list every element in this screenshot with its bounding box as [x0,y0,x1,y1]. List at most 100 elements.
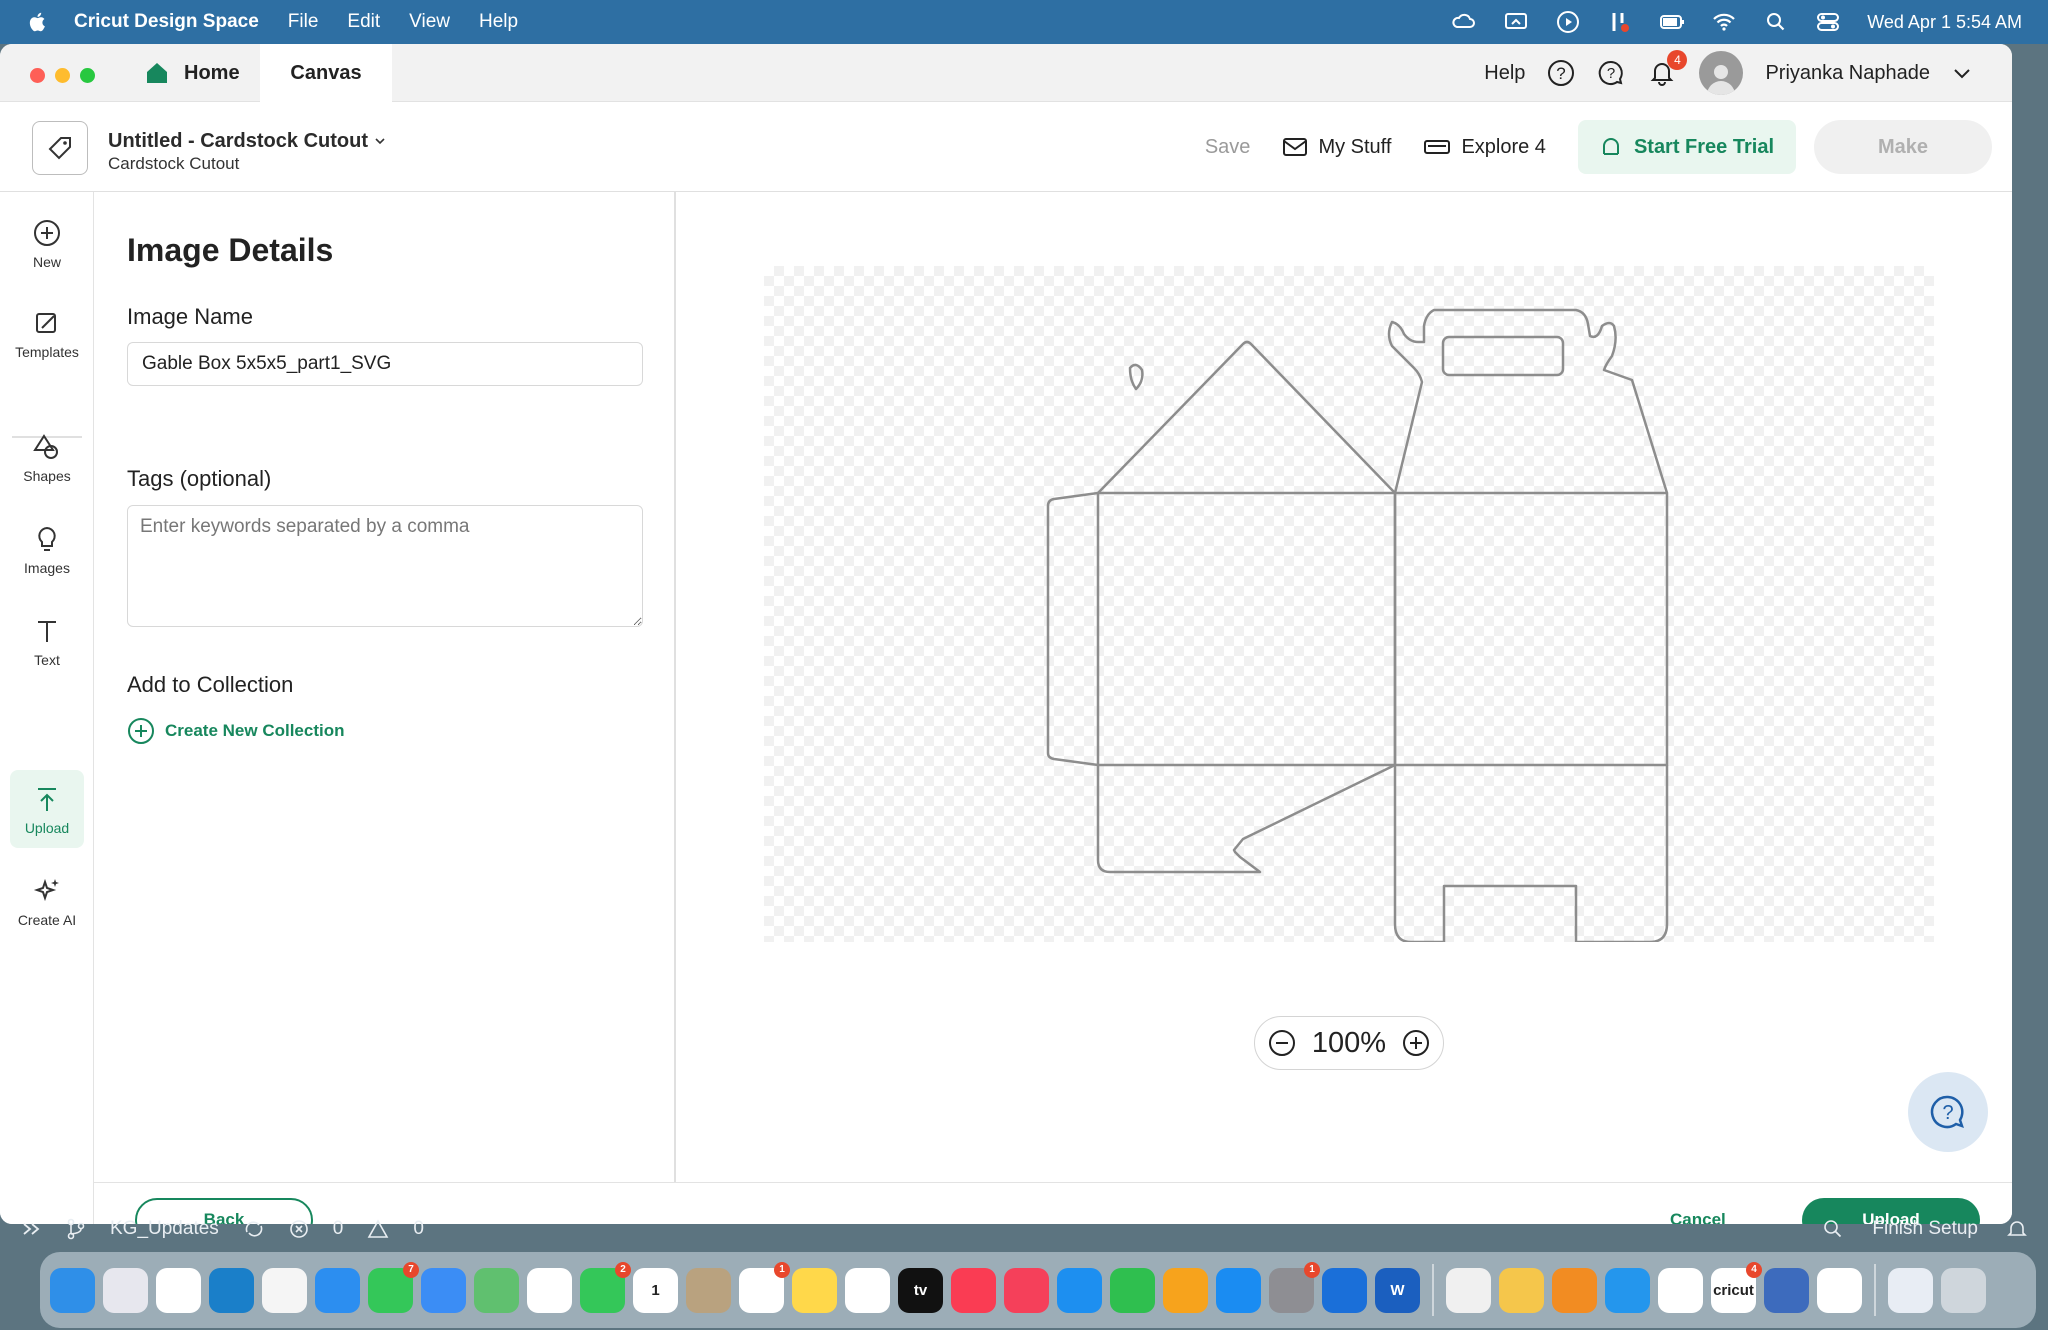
app-name-menu[interactable]: Cricut Design Space [74,11,259,33]
dock-app-cricut[interactable]: cricut 4 [1711,1261,1762,1313]
control-center-icon[interactable] [1815,9,1841,35]
help-chat-button[interactable]: ? [1908,1072,1988,1152]
dock-app-system-settings[interactable]: 1 [1269,1261,1320,1313]
menu-edit[interactable]: Edit [347,11,380,33]
dock-app-calendar[interactable]: 1 [633,1267,678,1313]
tools-icon[interactable] [1607,9,1633,35]
remote-chevron-icon[interactable] [20,1218,42,1240]
tags-textarea[interactable] [127,505,643,627]
tool-templates[interactable]: Templates [10,308,84,360]
avatar[interactable] [1699,51,1744,95]
dock-app-maps-alt[interactable] [262,1267,307,1313]
dock-app-maps[interactable] [474,1267,519,1313]
tool-new-label: New [32,254,61,270]
git-branch-label[interactable]: KG_Updates [110,1218,219,1240]
tool-create-ai[interactable]: Create AI [10,876,84,928]
warning-icon[interactable] [367,1219,389,1239]
dock-app-keynote[interactable] [1057,1267,1102,1313]
minimize-window-button[interactable] [55,68,70,83]
dock-app-app-store[interactable] [1216,1267,1261,1313]
menu-view[interactable]: View [409,11,450,33]
dock-app-music[interactable] [951,1267,996,1313]
dock-app-mail[interactable] [421,1267,466,1313]
sync-icon[interactable] [243,1218,265,1240]
git-branch-icon[interactable] [66,1218,86,1240]
dock-app-youtube[interactable] [1817,1267,1862,1313]
tool-upload[interactable]: Upload [10,770,84,848]
dock-app-pages[interactable] [1163,1267,1208,1313]
tool-new[interactable]: New [10,218,84,270]
dock-app-contacts[interactable] [686,1267,731,1313]
dock-app-amphetamine[interactable] [1499,1267,1544,1313]
user-name[interactable]: Priyanka Naphade [1765,62,1930,85]
dock-app-downloads[interactable] [1888,1267,1933,1313]
project-tag-button[interactable] [32,121,88,175]
dock-app-numbers[interactable] [1110,1267,1155,1313]
image-name-label: Image Name [127,304,253,329]
explore-button[interactable]: Explore 4 [1423,136,1546,159]
dock-app-notes[interactable] [792,1267,837,1313]
lightbulb-icon [38,526,56,551]
dock-app-glyph: cricut [1713,1281,1754,1299]
dock-app-finder[interactable] [50,1267,95,1313]
dock-app-edge[interactable] [209,1267,254,1313]
tab-home[interactable]: Home [144,44,240,102]
play-icon[interactable] [1555,9,1581,35]
dock-app-trash[interactable] [1941,1267,1986,1313]
dock-app-safari[interactable] [315,1267,360,1313]
dock-app-copilot-bot[interactable] [1764,1267,1809,1313]
start-free-trial-button[interactable]: Start Free Trial [1577,120,1796,174]
error-icon[interactable] [289,1219,309,1239]
dock-app-launchpad[interactable] [103,1267,148,1313]
make-button[interactable]: Make [1814,120,1992,174]
menu-help[interactable]: Help [479,11,518,33]
finish-setup-button[interactable]: Finish Setup [1872,1218,1978,1240]
dock-app-photos[interactable] [527,1267,572,1313]
tool-text[interactable]: Text [10,616,84,668]
dock-app-word[interactable]: W [1375,1267,1420,1313]
battery-icon[interactable] [1659,9,1685,35]
dock-app-freeform[interactable] [845,1267,890,1313]
zoom-out-icon[interactable] [1267,1028,1297,1058]
spotlight-search-icon[interactable] [1763,9,1789,35]
dock-app-tv[interactable]: tv [898,1267,943,1313]
chevron-down-icon[interactable] [1952,63,1972,83]
dock-app-windows-app[interactable] [1322,1267,1367,1313]
dock-app-glyph: 1 [651,1281,660,1299]
zoom-in-icon[interactable] [1401,1028,1431,1058]
menu-file[interactable]: File [288,11,319,33]
dock-app-books[interactable] [1552,1267,1597,1313]
cloud-status-icon[interactable] [1451,9,1477,35]
save-button[interactable]: Save [1205,136,1251,159]
help-link-label[interactable]: Help [1484,62,1525,85]
image-name-input[interactable] [127,342,643,386]
bell-icon[interactable] [2006,1218,2028,1240]
notifications-button[interactable]: 4 [1647,50,1688,88]
tab-canvas[interactable]: Canvas [260,44,392,102]
my-stuff-button[interactable]: My Stuff [1282,136,1391,159]
wifi-icon[interactable] [1711,9,1737,35]
zoom-window-button[interactable] [80,68,95,83]
dock-app-vs-code[interactable] [1658,1267,1703,1313]
dock-app-reminders[interactable]: 1 [739,1261,790,1313]
dock-app-mongodb-compass[interactable] [1446,1267,1491,1313]
tags-label: Tags (optional) [127,466,272,491]
support-chat-icon[interactable]: ? [1597,59,1625,87]
tool-shapes[interactable]: Shapes [10,432,84,484]
menubar-clock[interactable]: Wed Apr 1 5:54 AM [1867,12,2022,33]
zoom-search-icon[interactable] [1822,1218,1844,1240]
notification-badge: 4 [1667,50,1688,70]
tool-images[interactable]: Images [10,524,84,576]
create-new-collection-button[interactable]: Create New Collection [127,717,345,745]
dock-app-docker[interactable] [1605,1267,1650,1313]
dock-app-facetime[interactable]: 2 [580,1261,631,1313]
dock-app-chrome[interactable] [156,1267,201,1313]
help-circle-icon[interactable]: ? [1547,59,1575,87]
dock-app-messages[interactable]: 7 [368,1261,419,1313]
apple-menu-icon[interactable] [26,10,50,34]
text-icon [38,621,56,642]
screen-share-icon[interactable] [1503,9,1529,35]
project-title[interactable]: Untitled - Cardstock Cutout [108,130,386,153]
close-window-button[interactable] [30,68,45,83]
dock-app-news[interactable] [1004,1267,1049,1313]
